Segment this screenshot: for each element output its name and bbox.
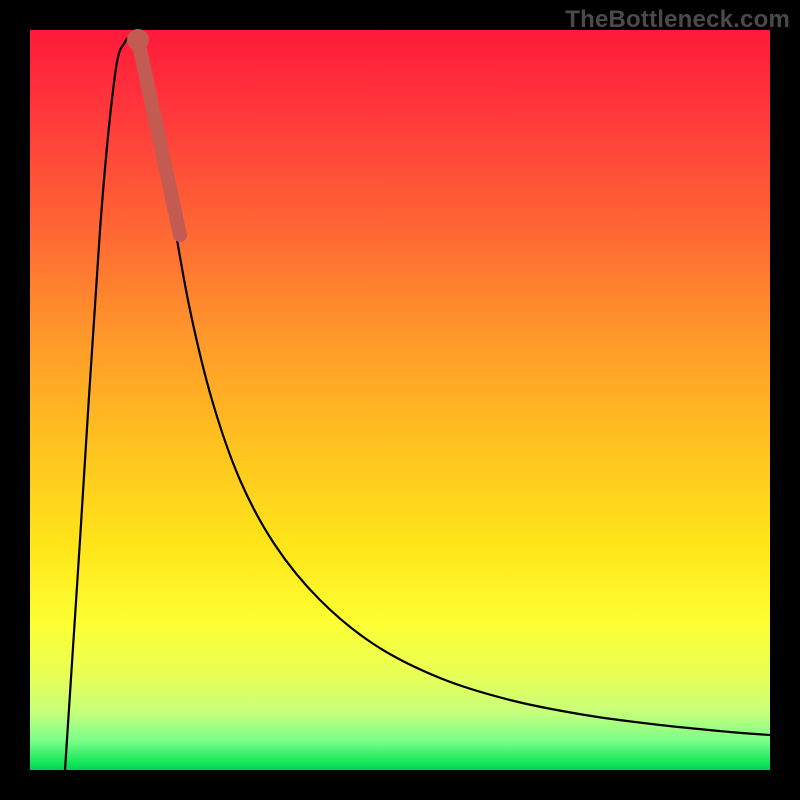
chart-svg [30,30,770,770]
highlight-segment [138,40,180,235]
plot-area [30,30,770,770]
chart-frame: TheBottleneck.com [0,0,800,800]
watermark-text: TheBottleneck.com [565,6,790,34]
bottleneck-curve [65,37,770,770]
highlight-dot [127,29,149,51]
